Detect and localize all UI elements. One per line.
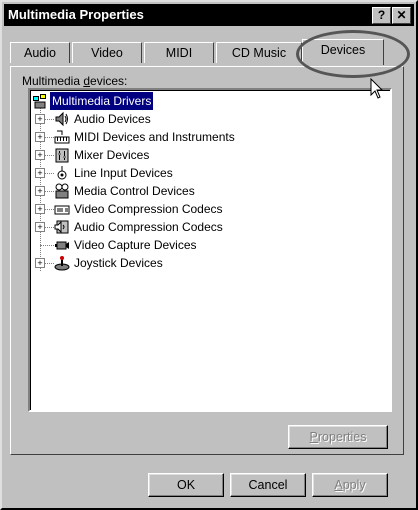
tree-item-audio-compression-codecs[interactable]: + Audio Compression Codecs [30, 218, 390, 236]
multimedia-devices-label: Multimedia devices: [22, 74, 128, 88]
close-button[interactable]: ✕ [392, 7, 411, 24]
midi-keyboard-icon [54, 130, 70, 144]
tree-item-label: Video Capture Devices [74, 238, 197, 252]
tree-item-media-control-devices[interactable]: + Media Control Devices [30, 182, 390, 200]
tab-midi[interactable]: MIDI [144, 42, 214, 63]
tab-audio[interactable]: Audio [10, 42, 70, 63]
multimedia-drivers-icon [33, 94, 46, 109]
tree-item-line-input-devices[interactable]: + Line Input Devices [30, 164, 390, 182]
tree-item-label: Media Control Devices [74, 184, 195, 198]
video-codec-icon [54, 205, 70, 215]
cancel-button[interactable]: Cancel [230, 473, 306, 497]
tab-video[interactable]: Video [72, 42, 142, 63]
expand-toggle[interactable]: + [35, 114, 45, 124]
properties-button[interactable]: Properties [288, 425, 388, 449]
tree-item-label: Mixer Devices [74, 148, 150, 162]
expand-toggle[interactable]: + [35, 132, 45, 142]
expand-toggle[interactable]: + [35, 204, 45, 214]
tree-item-mixer-devices[interactable]: + Mixer Devices [30, 146, 390, 164]
tree-item-video-compression-codecs[interactable]: + Video Compression Codecs [30, 200, 390, 218]
tree-item-video-capture-devices[interactable]: Video Capture Devices [30, 236, 390, 254]
expand-toggle[interactable]: + [35, 258, 45, 268]
tree-item-label: Multimedia Drivers [50, 92, 154, 110]
tab-strip: Audio Video MIDI CD Music Devices [10, 39, 404, 66]
tab-devices[interactable]: Devices [302, 39, 384, 65]
tree-item-label: Video Compression Codecs [74, 202, 223, 216]
line-input-icon [57, 166, 67, 180]
tab-cd-music[interactable]: CD Music [216, 42, 302, 63]
tree-item-label: Line Input Devices [74, 166, 173, 180]
mixer-icon [55, 148, 69, 163]
tree-item-label: Audio Devices [74, 112, 151, 126]
audio-codec-icon [54, 220, 69, 234]
device-tree[interactable]: Multimedia Drivers + Audio Devices + MID… [28, 88, 392, 412]
expand-toggle[interactable]: + [35, 222, 45, 232]
speaker-icon [55, 111, 68, 127]
expand-toggle[interactable]: + [35, 150, 45, 160]
tree-item-label: Audio Compression Codecs [74, 220, 223, 234]
expand-toggle[interactable]: + [35, 168, 45, 178]
tree-item-audio-devices[interactable]: + Audio Devices [30, 110, 390, 128]
tree-connector [40, 245, 54, 246]
title-bar: Multimedia Properties ? ✕ [4, 4, 414, 26]
help-button[interactable]: ? [372, 7, 391, 24]
joystick-icon [54, 256, 70, 271]
tree-item-midi-devices[interactable]: + MIDI Devices and Instruments [30, 128, 390, 146]
tree-item-label: Joystick Devices [74, 256, 163, 270]
media-control-icon [55, 183, 69, 199]
mouse-cursor-icon [370, 78, 384, 99]
expand-toggle[interactable]: + [35, 186, 45, 196]
video-capture-icon [55, 241, 69, 250]
window-title: Multimedia Properties [8, 7, 144, 22]
ok-button[interactable]: OK [148, 473, 224, 497]
tree-item-label: MIDI Devices and Instruments [74, 130, 235, 144]
tree-item-joystick-devices[interactable]: + Joystick Devices [30, 254, 390, 272]
apply-button[interactable]: Apply [312, 473, 388, 497]
